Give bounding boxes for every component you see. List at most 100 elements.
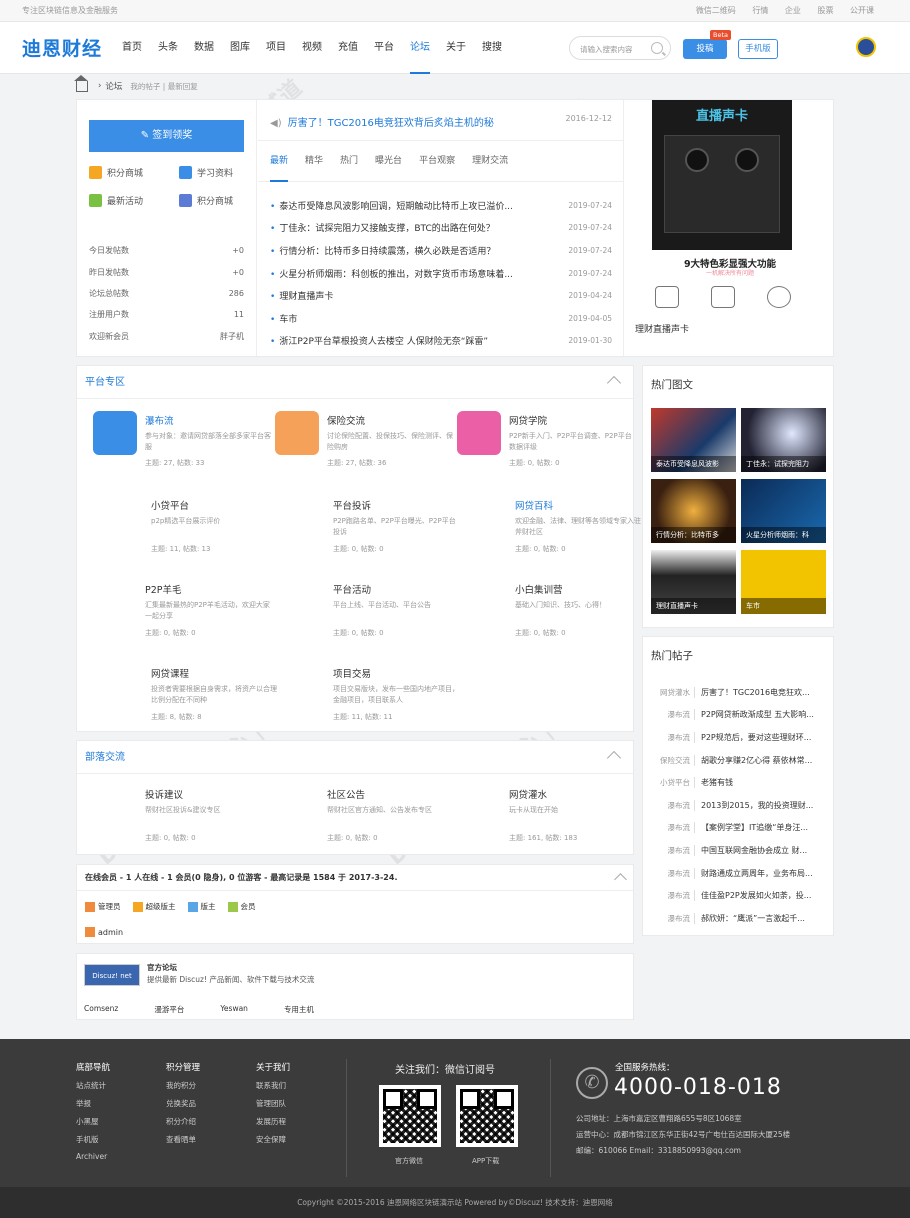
list-item[interactable]: 理财直播声卡2019-04-24 <box>270 284 612 307</box>
forum-item[interactable]: 网贷课程 投资者需要根据自身需求，将资产以合理比例分配在不同种 主题: 8, 帖数:… <box>93 662 277 732</box>
footer-link[interactable]: 管理团队 <box>256 1098 290 1116</box>
tab-finance[interactable]: 理财交流 <box>472 140 508 182</box>
footer-link[interactable]: Archiver <box>76 1152 110 1170</box>
online-user[interactable]: admin <box>85 927 123 937</box>
list-item[interactable]: 火星分析师烟雨：科创板的推出，对数字货币市场意味着...2019-07-24 <box>270 262 612 285</box>
list-item[interactable]: 瀑布流 P2P网贷新政渐成型 五大影响... <box>651 704 827 727</box>
footer-link[interactable]: 手机版 <box>76 1134 110 1152</box>
list-item[interactable]: 保险交流 胡歌分享赚2亿心得 蔡依林常... <box>651 749 827 772</box>
avatar[interactable] <box>856 37 876 57</box>
post-title[interactable]: 【案例学堂】IT追缴“单身汪... <box>701 822 827 833</box>
collapse-icon[interactable] <box>614 873 627 886</box>
forum-item[interactable]: 投诉建议 帮财社区投诉&建议专区 主题: 0, 帖数: 0 <box>93 785 273 855</box>
nav-gallery[interactable]: 图库 <box>230 22 250 74</box>
footer-link[interactable]: 联系我们 <box>256 1080 290 1098</box>
list-item[interactable]: 瀑布流 中国互联网金融协会成立 财... <box>651 839 827 862</box>
footer-link[interactable]: 积分介绍 <box>166 1116 200 1134</box>
top-link-stock[interactable]: 股票 <box>817 6 833 15</box>
list-item[interactable]: 瀑布流 郝欣妍：“鹰派”一言激起千... <box>651 907 827 930</box>
forum-item[interactable]: 小贷平台 p2p精选平台展示评价 主题: 11, 帖数: 13 <box>93 494 273 564</box>
post-category[interactable]: 小贷平台 <box>651 777 695 789</box>
post-category[interactable]: 瀑布流 <box>651 867 695 879</box>
nav-data[interactable]: 数据 <box>194 22 214 74</box>
forum-item[interactable]: 保险交流 讨论保险配置、投保技巧、保险测评、保险购房 主题: 27, 帖数: 36 <box>275 411 455 481</box>
forum-name[interactable]: 网贷课程 <box>151 666 189 680</box>
post-category[interactable]: 保险交流 <box>651 754 695 766</box>
footer-link[interactable]: 站点统计 <box>76 1080 110 1098</box>
forum-name[interactable]: 保险交流 <box>327 413 365 427</box>
breadcrumb-current[interactable]: 论坛 <box>105 80 122 92</box>
post-title[interactable]: 厉害了！TGC2016电竞狂欢... <box>701 687 827 698</box>
footer-link[interactable]: 安全保障 <box>256 1134 290 1152</box>
collapse-icon[interactable] <box>606 750 622 766</box>
footer-link[interactable]: 举报 <box>76 1098 110 1116</box>
forum-name[interactable]: 网贷学院 <box>509 413 547 427</box>
quick-link-points-shop-2[interactable]: 积分商城 <box>179 194 233 207</box>
top-link-course[interactable]: 公开课 <box>850 6 874 15</box>
top-link-market[interactable]: 行情 <box>752 6 768 15</box>
list-item[interactable]: 瀑布流 【案例学堂】IT追缴“单身汪... <box>651 817 827 840</box>
tab-hot[interactable]: 热门 <box>340 140 358 182</box>
forum-item[interactable]: 瀑布流 参与对象：邀请网贷部落全部多家平台客服 主题: 27, 帖数: 33 <box>93 411 273 481</box>
post-category[interactable]: 网贷灌水 <box>651 686 695 698</box>
collapse-icon[interactable] <box>606 375 622 391</box>
forum-name[interactable]: 网贷灌水 <box>509 787 547 801</box>
post-category[interactable]: 瀑布流 <box>651 731 695 743</box>
partner-title[interactable]: 官方论坛 <box>147 962 177 973</box>
nav-home[interactable]: 首页 <box>122 22 142 74</box>
forum-name[interactable]: 社区公告 <box>327 787 365 801</box>
footer-link[interactable]: 发展历程 <box>256 1116 290 1134</box>
list-item[interactable]: 网贷灌水 厉害了！TGC2016电竞狂欢... <box>651 681 827 704</box>
forum-item[interactable]: 项目交易 项目交易版块，发布一些国内地产项目，金融项目，项目联系人 主题: 11, … <box>275 662 459 732</box>
forum-name[interactable]: 瀑布流 <box>145 413 174 427</box>
forum-name[interactable]: P2P羊毛 <box>145 582 182 596</box>
nav-recharge[interactable]: 充值 <box>338 22 358 74</box>
post-category[interactable]: 瀑布流 <box>651 709 695 721</box>
signin-button[interactable]: ✎ 签到领奖 <box>89 120 244 152</box>
picture-item[interactable]: 丁佳永：试探完阻力 <box>741 408 826 472</box>
search-input[interactable]: 请输入搜索内容 <box>569 36 671 60</box>
promo-label[interactable]: 理财直播声卡 <box>635 322 689 335</box>
nav-projects[interactable]: 项目 <box>266 22 286 74</box>
forum-name[interactable]: 小贷平台 <box>151 498 189 512</box>
picture-item[interactable]: 泰达币受降息风波影 <box>651 408 736 472</box>
list-item[interactable]: 瀑布流 P2P规范后，要对这些理财环... <box>651 726 827 749</box>
link-hosting[interactable]: 专用主机 <box>284 1004 314 1015</box>
promo-image[interactable]: 直播声卡 <box>652 100 792 250</box>
post-title[interactable]: 2013到2015，我的投资理财... <box>701 800 827 811</box>
post-title[interactable]: 中国互联网金融协会成立 财... <box>701 845 827 856</box>
picture-item[interactable]: 理财直播声卡 <box>651 550 736 614</box>
list-item[interactable]: 小贷平台 老猪有钱 <box>651 771 827 794</box>
list-item[interactable]: 瀑布流 财路通成立两周年，业务布局... <box>651 862 827 885</box>
forum-item[interactable]: P2P羊毛 汇集最新最热的P2P羊毛活动，欢迎大家一起分享 主题: 0, 帖数: 0 <box>93 578 273 648</box>
picture-item[interactable]: 车市 <box>741 550 826 614</box>
picture-item[interactable]: 火星分析师烟雨：科 <box>741 479 826 543</box>
forum-name[interactable]: 小白集训营 <box>515 582 563 596</box>
nav-platform[interactable]: 平台 <box>374 22 394 74</box>
nav-about[interactable]: 关于 <box>446 22 466 74</box>
post-title[interactable]: 财路通成立两周年，业务布局... <box>701 868 827 879</box>
picture-item[interactable]: 行情分析：比特币多 <box>651 479 736 543</box>
post-title[interactable]: P2P网贷新政渐成型 五大影响... <box>701 709 827 720</box>
quick-link-study[interactable]: 学习资料 <box>179 166 233 179</box>
nav-video[interactable]: 视频 <box>302 22 322 74</box>
submit-button[interactable]: 投稿 <box>683 39 727 59</box>
breadcrumb-sub[interactable]: 我的帖子 | 最新回复 <box>130 81 197 92</box>
list-item[interactable]: 瀑布流 2013到2015，我的投资理财... <box>651 794 827 817</box>
post-category[interactable]: 瀑布流 <box>651 890 695 902</box>
tab-exposure[interactable]: 曝光台 <box>375 140 402 182</box>
mobile-button[interactable]: 手机版 <box>738 39 778 59</box>
footer-link[interactable]: 小黑屋 <box>76 1116 110 1134</box>
list-item[interactable]: 行情分析：比特币多日持续震荡，横久必跌是否适用？2019-07-24 <box>270 239 612 262</box>
nav-forum[interactable]: 论坛 <box>410 22 431 74</box>
post-category[interactable]: 瀑布流 <box>651 822 695 834</box>
home-icon[interactable] <box>74 74 88 92</box>
link-yeswan[interactable]: Yeswan <box>220 1004 248 1015</box>
link-comsenz[interactable]: Comsenz <box>84 1004 118 1015</box>
forum-item[interactable]: 平台活动 平台上线、平台活动、平台公告 主题: 0, 帖数: 0 <box>275 578 455 648</box>
post-title[interactable]: 佳佳盈P2P发展如火如荼，投... <box>701 890 827 901</box>
tab-platform-watch[interactable]: 平台观察 <box>419 140 455 182</box>
forum-item[interactable]: 网贷百科 欢迎金融、法律、理财等各领域专家入驻斧财社区 主题: 0, 帖数: 0 <box>457 494 641 564</box>
discuz-logo[interactable]: Discuz! net <box>84 964 140 986</box>
post-title[interactable]: 郝欣妍：“鹰派”一言激起千... <box>701 913 827 924</box>
